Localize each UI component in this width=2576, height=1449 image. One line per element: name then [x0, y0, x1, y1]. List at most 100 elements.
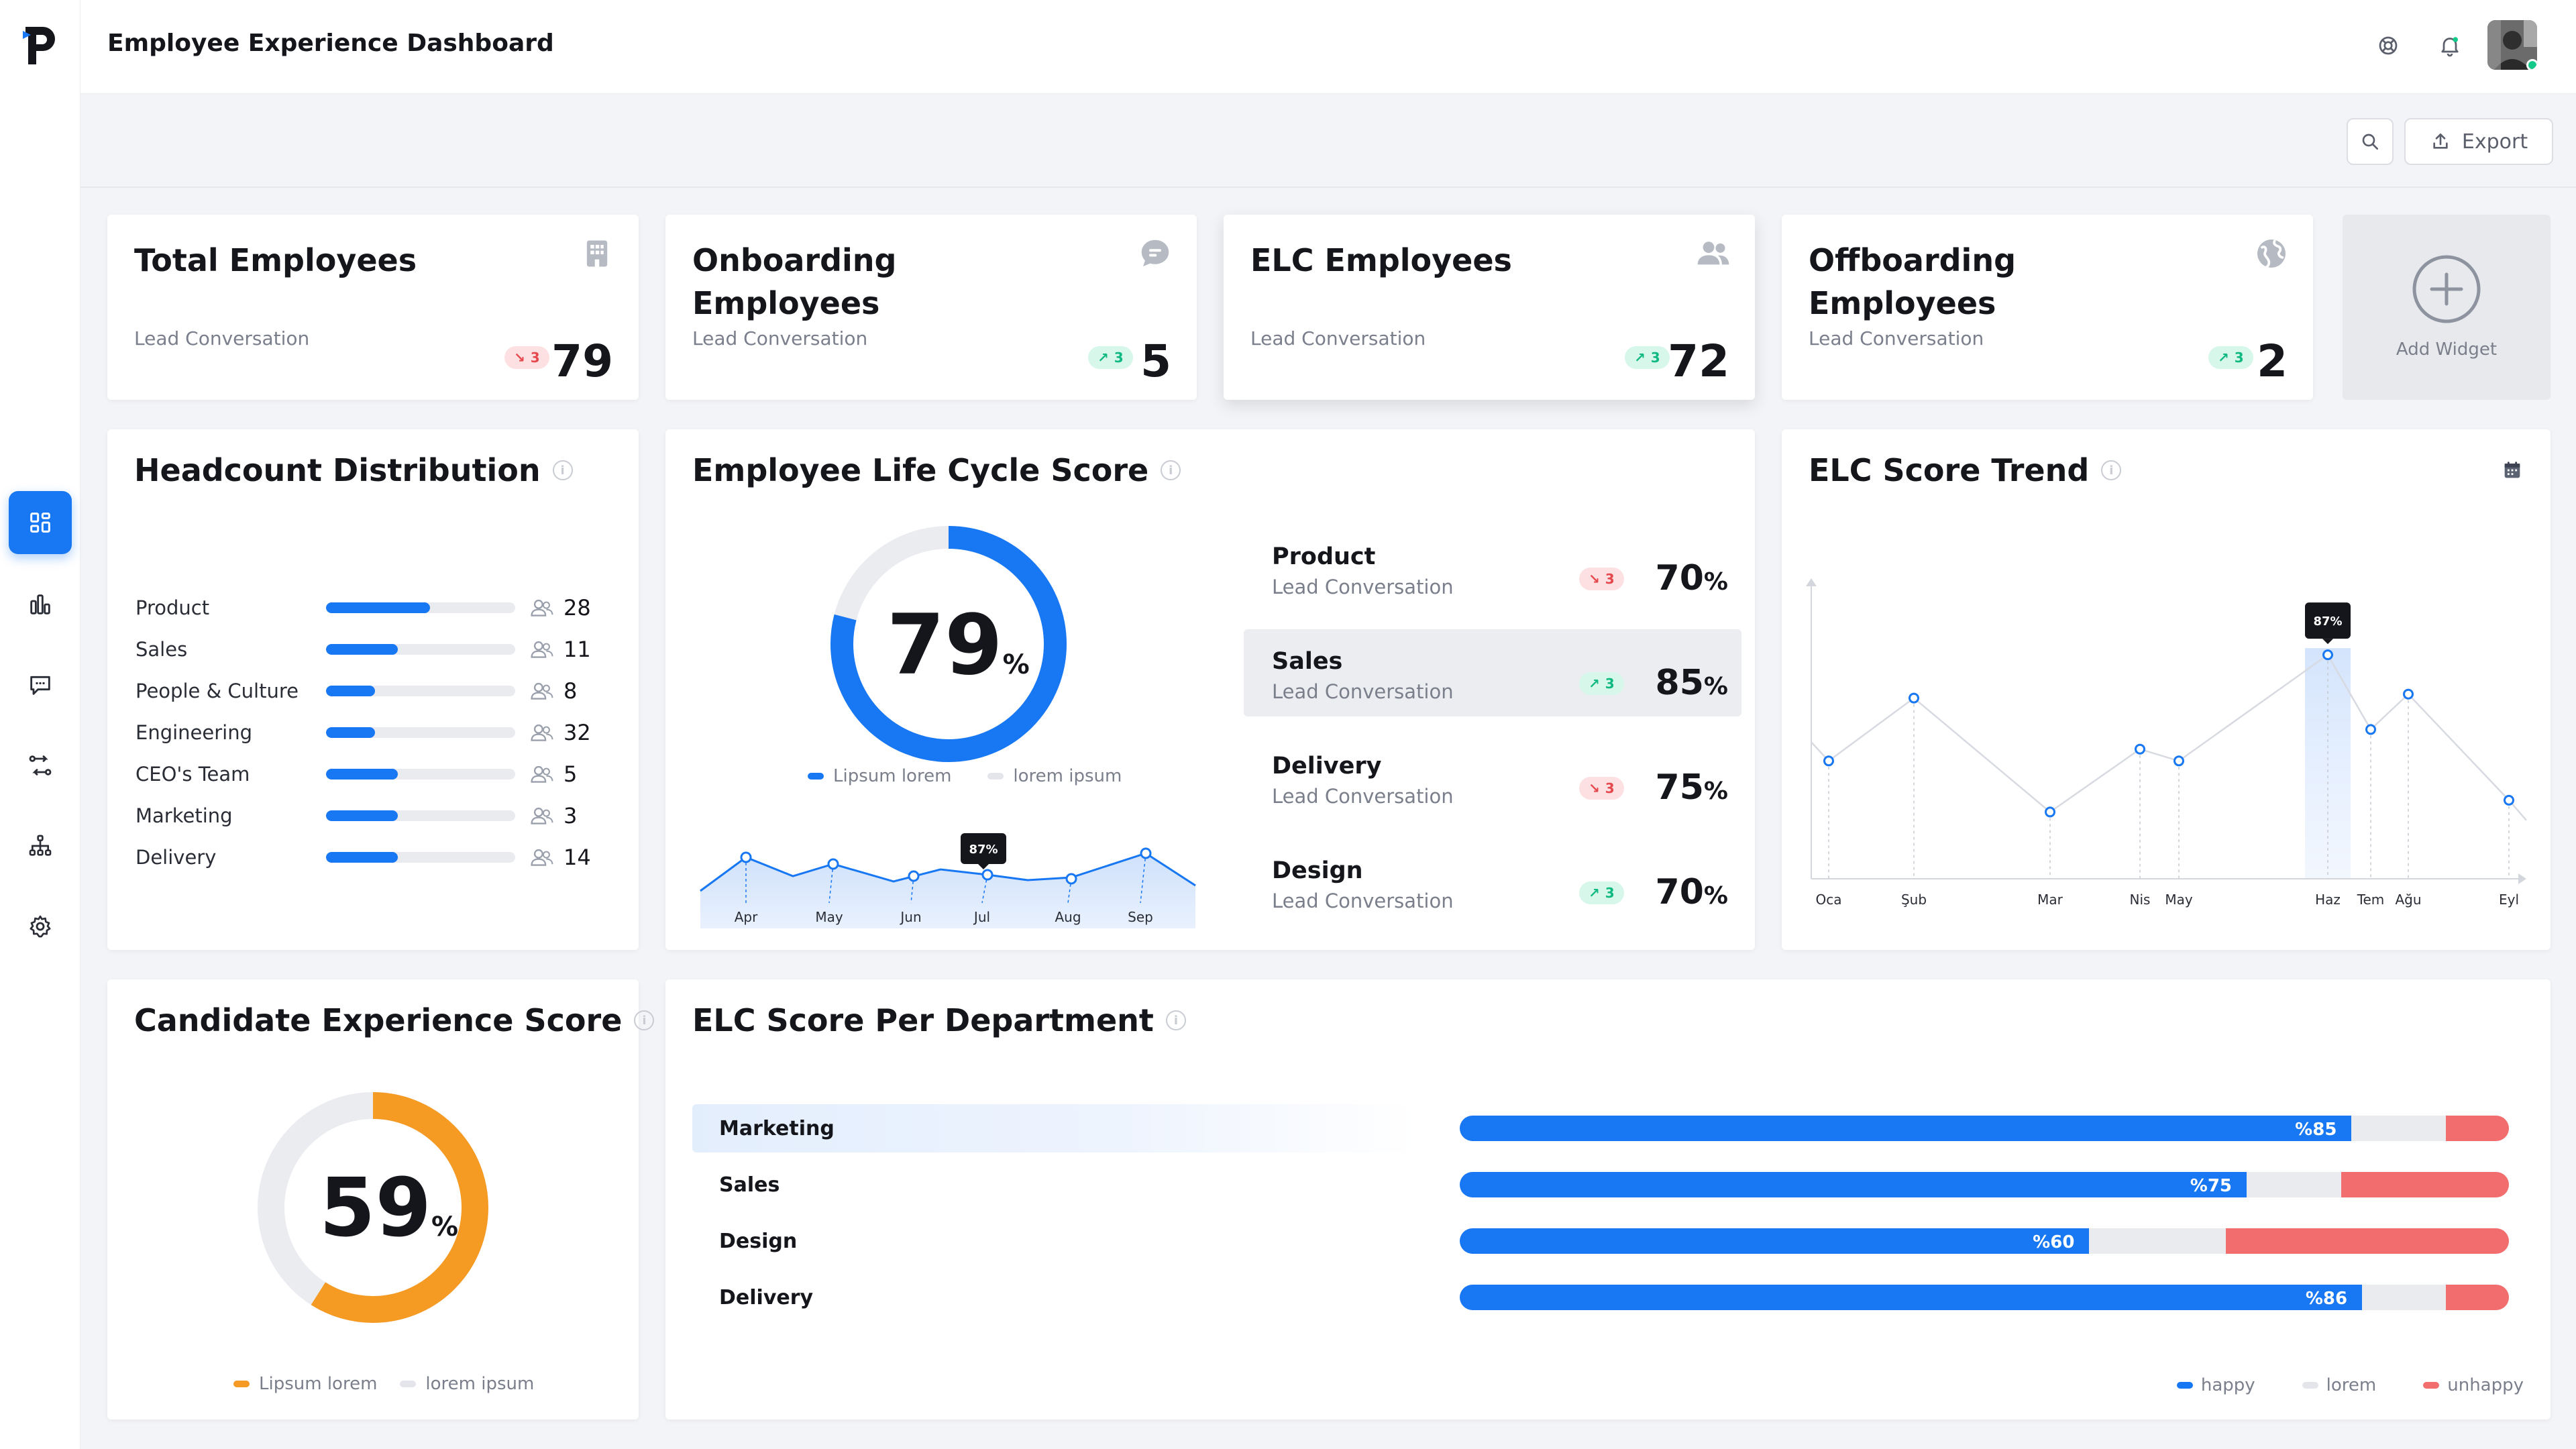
trend-point[interactable]	[2135, 743, 2145, 755]
nav-settings[interactable]	[9, 895, 72, 958]
headcount-row[interactable]: Engineering 32	[136, 719, 605, 746]
headcount-bar-fill	[326, 644, 398, 655]
add-widget-label: Add Widget	[2396, 339, 2498, 360]
trend-badge-up: ↗ 3	[1625, 346, 1670, 369]
info-icon[interactable]: i	[552, 460, 573, 480]
nav-messages[interactable]	[9, 653, 72, 716]
legend-swatch-blue	[808, 773, 824, 780]
headcount-row[interactable]: Product 28	[136, 594, 605, 621]
headcount-row[interactable]: Sales 11	[136, 636, 605, 663]
lifecycle-dept-row[interactable]: Product Lead Conversation ↘ 3 70%	[1244, 525, 1741, 612]
legend-label: lorem ipsum	[425, 1374, 535, 1394]
mini-chart-point[interactable]	[1140, 847, 1152, 859]
card-title: ELC Score Per Department i	[692, 1002, 1186, 1038]
stat-card-elc-employees[interactable]: ELC Employees Lead Conversation ↗ 3 72	[1224, 215, 1755, 400]
stat-card-total-employees[interactable]: Total Employees Lead Conversation ↘ 3 79	[107, 215, 639, 400]
elc-dept-row[interactable]: Sales %75	[692, 1161, 2509, 1209]
trend-x-label: Ağu	[2395, 892, 2421, 908]
score-number: 59	[319, 1162, 431, 1255]
score-number: 79	[887, 597, 1003, 694]
nav-organization[interactable]	[9, 814, 72, 877]
legend-swatch-lorem	[2302, 1382, 2318, 1389]
mini-chart-point[interactable]	[740, 851, 752, 863]
mini-chart-point[interactable]	[827, 858, 839, 870]
headcount-label: People & Culture	[136, 680, 299, 702]
trend-point[interactable]	[2365, 724, 2376, 735]
trend-badge-up: ↗ 3	[1579, 672, 1624, 695]
stat-card-onboarding-employees[interactable]: Onboarding Employees Lead Conversation ↗…	[665, 215, 1197, 400]
headcount-bar	[326, 852, 515, 863]
trend-point[interactable]	[2504, 794, 2514, 806]
user-avatar[interactable]	[2487, 20, 2537, 70]
headcount-bar	[326, 769, 515, 780]
elc-dept-row[interactable]: Delivery %86	[692, 1273, 2509, 1322]
lifecycle-score-value: 79%	[887, 604, 1030, 687]
headcount-bar-fill	[326, 727, 376, 738]
headcount-label: Marketing	[136, 804, 233, 827]
lifecycle-title: Employee Life Cycle Score	[692, 452, 1149, 488]
message-icon	[30, 676, 50, 695]
headcount-row[interactable]: Delivery 14	[136, 844, 605, 871]
lifecycle-dept-row[interactable]: Design Lead Conversation ↗ 3 70%	[1244, 839, 1741, 926]
trend-value: 3	[1605, 885, 1615, 901]
trend-point[interactable]	[2403, 688, 2414, 700]
app-logo[interactable]	[19, 21, 62, 70]
export-button[interactable]: Export	[2404, 118, 2553, 165]
trend-point[interactable]	[1823, 755, 1834, 767]
dept-pct-unit: %	[1703, 673, 1728, 700]
headcount-title: Headcount Distribution	[134, 452, 541, 488]
nav-flows[interactable]	[9, 734, 72, 797]
dept-subtitle: Lead Conversation	[1272, 890, 1454, 912]
lifecycle-dept-row[interactable]: Sales Lead Conversation ↗ 3 85%	[1244, 629, 1741, 716]
help-icon[interactable]	[2373, 31, 2403, 60]
add-widget-button[interactable]: Add Widget	[2343, 215, 2551, 400]
dept-subtitle: Lead Conversation	[1272, 680, 1454, 703]
trend-badge-up: ↗ 3	[1579, 881, 1624, 904]
dept-name: Sales	[1272, 648, 1343, 675]
nav-analytics[interactable]	[9, 573, 72, 636]
dept-pct-value: 70	[1655, 872, 1704, 912]
stat-card-offboarding-employees[interactable]: Offboarding Employees Lead Conversation …	[1782, 215, 2313, 400]
dept-pct-value: 85	[1655, 663, 1704, 703]
mini-chart-x-label: Sep	[1128, 909, 1153, 925]
trend-point[interactable]	[2045, 806, 2055, 818]
mini-chart-point[interactable]	[1065, 873, 1077, 885]
trend-point[interactable]	[2322, 649, 2333, 661]
headcount-distribution-card: Headcount Distribution i Product 28 Sales 11…	[107, 429, 639, 950]
info-icon[interactable]: i	[634, 1010, 655, 1030]
trend-badge-down: ↘ 3	[504, 346, 549, 369]
lifecycle-dept-row[interactable]: Delivery Lead Conversation ↘ 3 75%	[1244, 734, 1741, 821]
page-title: Employee Experience Dashboard	[107, 30, 554, 57]
info-icon[interactable]: i	[1161, 460, 1181, 480]
trend-point[interactable]	[2174, 755, 2184, 767]
stat-title: Onboarding Employees	[692, 242, 897, 321]
sidebar	[0, 0, 80, 1449]
mini-chart-point[interactable]	[981, 869, 994, 881]
headcount-row[interactable]: CEO's Team 5	[136, 761, 605, 788]
stat-subtitle: Lead Conversation	[134, 327, 310, 350]
headcount-row[interactable]: People & Culture 8	[136, 678, 605, 704]
lifecycle-mini-line-chart: Apr May Jun Jul Aug Sep 87%	[700, 833, 1196, 928]
headcount-row[interactable]: Marketing 3	[136, 802, 605, 829]
elc-dept-row[interactable]: Design %60	[692, 1217, 2509, 1265]
stat-subtitle: Lead Conversation	[1250, 327, 1426, 350]
bar-value-label: %60	[2033, 1232, 2075, 1252]
trend-value: 3	[530, 350, 540, 366]
elc-dept-row[interactable]: Marketing %85	[692, 1104, 2509, 1152]
trend-badge-down: ↘ 3	[1579, 777, 1624, 800]
info-icon[interactable]: i	[2101, 460, 2122, 480]
trend-badge-up: ↗ 3	[2208, 346, 2253, 369]
mini-chart-x-label: May	[815, 909, 843, 925]
mini-chart-point[interactable]	[908, 870, 920, 882]
users-outline-icon	[530, 681, 554, 701]
dept-name: Design	[1272, 857, 1363, 884]
nav-dashboard[interactable]	[9, 491, 72, 554]
trend-point[interactable]	[1909, 692, 1919, 704]
calendar-icon[interactable]	[2501, 459, 2524, 484]
stat-value: 72	[1668, 335, 1729, 387]
search-button[interactable]	[2347, 118, 2394, 165]
info-icon[interactable]: i	[1165, 1010, 1186, 1030]
notification-bell-icon[interactable]	[2435, 31, 2465, 60]
headcount-bar	[326, 727, 515, 738]
trend-badge-down: ↘ 3	[1579, 568, 1624, 590]
